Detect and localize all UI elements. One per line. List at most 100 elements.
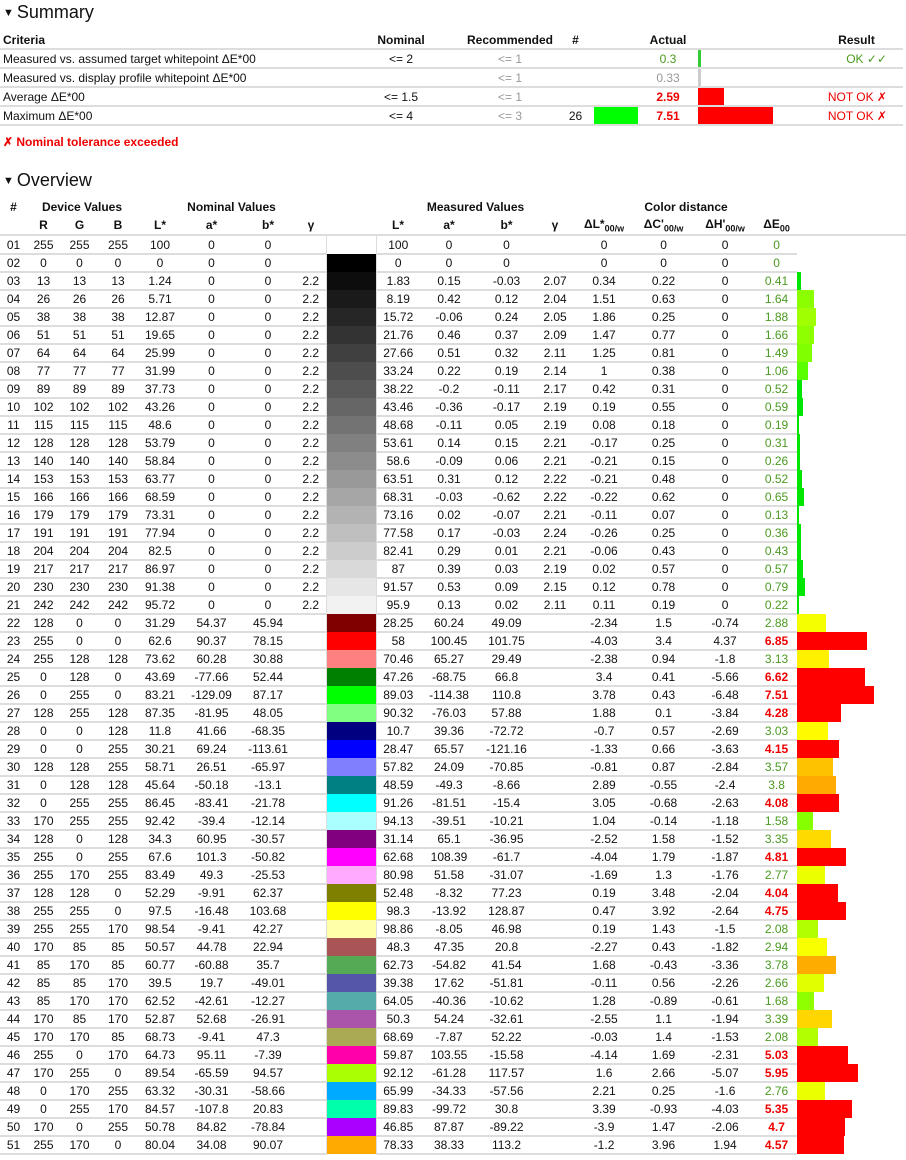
color-swatch (325, 326, 377, 344)
nominal-gamma-cell (296, 1028, 327, 1047)
delta-l-header: ΔL*00/w (575, 216, 634, 236)
delta-l-cell: 2.21 (575, 1082, 634, 1101)
nominal-b-cell: -25.53 (240, 866, 296, 885)
measured-a-cell: -39.51 (420, 812, 479, 831)
measured-b-cell: -70.85 (478, 758, 536, 777)
measured-color-swatch (351, 866, 376, 884)
delta-e-bar (797, 308, 817, 326)
nominal-color-swatch (326, 344, 352, 362)
measured-color-swatch (351, 830, 376, 848)
measured-l-cell: 27.66 (376, 344, 421, 363)
table-row: 28 0 0 128 11.8 41.66 -68.35 10.7 39.36 -72.72 -0.… (0, 722, 906, 741)
measured-l-cell: 28.25 (376, 614, 421, 633)
b-cell: 128 (99, 650, 137, 669)
delta-l-cell: 3.4 (575, 668, 634, 687)
actual-cell: 0.33 (638, 68, 698, 88)
r-cell: 170 (27, 1118, 60, 1137)
r-cell: 0 (27, 794, 60, 813)
delta-e-cell: 0.19 (756, 416, 798, 435)
delta-c-cell: -0.68 (633, 794, 695, 813)
measured-a-cell: 65.57 (420, 740, 479, 759)
worst-patch-swatch-cell (593, 68, 638, 88)
r-cell: 242 (27, 596, 60, 615)
nominal-l-cell: 43.26 (137, 398, 183, 417)
measured-b-cell: 30.8 (478, 1100, 536, 1119)
b-cell: 191 (99, 524, 137, 543)
delta-c-cell: 1.79 (633, 848, 695, 867)
delta-e-bar (797, 380, 803, 398)
table-row: 44 170 85 170 52.87 52.68 -26.91 50.3 54.24 -32.6… (0, 1010, 906, 1029)
measured-gamma-cell (535, 254, 576, 273)
measured-l-cell: 98.3 (376, 902, 421, 921)
nominal-color-swatch (326, 1046, 352, 1064)
measured-l-cell: 48.59 (376, 776, 421, 795)
nominal-gamma-cell: 2.2 (296, 380, 327, 399)
delta-l-cell: 0.42 (575, 380, 634, 399)
nominal-color-swatch (326, 398, 352, 416)
nominal-b-cell: -113.61 (240, 740, 296, 759)
color-swatch (325, 1118, 377, 1136)
summary-section-toggle[interactable]: ▼ Summary (0, 0, 94, 24)
measured-l-cell: 31.14 (376, 830, 421, 849)
nominal-b-cell: 0 (240, 344, 296, 363)
delta-h-cell: -1.18 (694, 812, 757, 831)
r-cell: 255 (27, 848, 60, 867)
delta-c-cell: 0.66 (633, 740, 695, 759)
measured-gamma-cell (535, 1046, 576, 1065)
g-cell: 102 (60, 398, 99, 417)
nominal-a-cell: -9.41 (183, 1028, 240, 1047)
nominal-a-cell: 0 (183, 506, 240, 525)
actual-bar-cell (698, 87, 810, 107)
measured-a-cell: 0.53 (420, 578, 479, 597)
delta-l-cell: 1.28 (575, 992, 634, 1011)
g-cell: 0 (60, 1046, 99, 1065)
measured-color-swatch (351, 722, 376, 740)
nominal-gamma-cell: 2.2 (296, 272, 327, 291)
delta-e-cell: 4.7 (756, 1118, 798, 1137)
nominal-a-cell: 0 (183, 524, 240, 543)
nominal-a-cell: 69.24 (183, 740, 240, 759)
table-row: 45 170 170 85 68.73 -9.41 47.3 68.69 -7.87 52.22-… (0, 1028, 906, 1047)
color-swatch (325, 308, 377, 326)
measured-gamma-cell (535, 920, 576, 939)
nominal-l-cell: 68.59 (137, 488, 183, 507)
num-cell: 28 (0, 722, 27, 741)
r-cell: 115 (27, 416, 60, 435)
nominal-color-swatch (326, 308, 352, 326)
delta-e-cell: 2.88 (756, 614, 798, 633)
delta-l-subscript: 00/w (604, 223, 625, 234)
delta-e-bar (797, 1064, 858, 1082)
measured-gamma-cell: 2.19 (535, 560, 576, 579)
num-cell: 36 (0, 866, 27, 885)
nominal-a-cell: 49.3 (183, 866, 240, 885)
measured-color-swatch (351, 704, 376, 722)
measured-color-swatch (351, 416, 376, 434)
table-row: 22 128 0 0 31.29 54.37 45.94 28.25 60.24 49.09 -2.… (0, 614, 906, 633)
delta-e-cell: 1.06 (756, 362, 798, 381)
measured-a-cell: -81.51 (420, 794, 479, 813)
measured-l-cell: 0 (376, 254, 421, 273)
b-cell: 166 (99, 488, 137, 507)
nominal-color-swatch (326, 740, 352, 758)
nominal-color-swatch (326, 380, 352, 398)
measured-l-cell: 64.05 (376, 992, 421, 1011)
number-header: # (10, 200, 17, 214)
delta-l-cell: -0.11 (575, 974, 634, 993)
nominal-b-cell: 0 (240, 235, 296, 255)
nominal-color-swatch (326, 1136, 352, 1154)
nominal-a-cell: -50.18 (183, 776, 240, 795)
overview-section-toggle[interactable]: ▼ Overview (0, 168, 92, 192)
delta-l-cell: 3.05 (575, 794, 634, 813)
num-cell: 18 (0, 542, 27, 561)
r-cell: 0 (27, 722, 60, 741)
measured-color-swatch (351, 686, 376, 704)
g-cell: 166 (60, 488, 99, 507)
delta-h-cell: -0.61 (694, 992, 757, 1011)
measured-gamma-cell: 2.22 (535, 470, 576, 489)
nominal-gamma-cell (296, 956, 327, 975)
color-swatch (325, 974, 377, 992)
measured-l-cell: 47.26 (376, 668, 421, 687)
delta-e-bar (797, 560, 803, 578)
nominal-l-cell: 62.52 (137, 992, 183, 1011)
b-cell: 0 (99, 1064, 137, 1083)
